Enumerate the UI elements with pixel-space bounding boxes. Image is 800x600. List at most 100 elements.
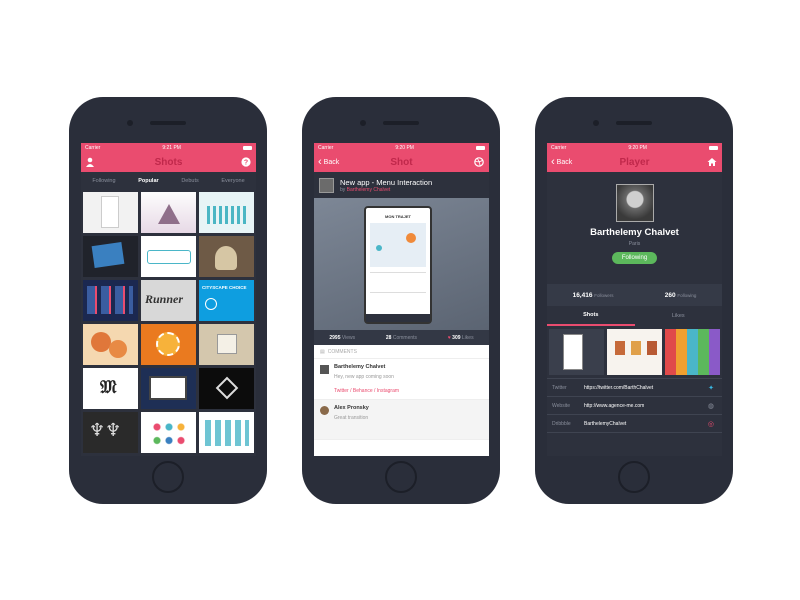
carrier-label: Carrier	[85, 144, 101, 151]
shot-thumb[interactable]: CITYSCAPE CHOICE	[199, 280, 254, 321]
chevron-left-icon: ‹	[551, 156, 555, 168]
comment-text: Great transition	[334, 415, 369, 421]
comment-link[interactable]: Twitter / Behance / Instagram	[334, 388, 483, 394]
shot-thumb[interactable]	[141, 412, 196, 453]
status-bar: Carrier 9:20 PM	[547, 143, 722, 152]
views-stat: 2995 Views	[329, 334, 356, 341]
home-button[interactable]	[152, 461, 184, 493]
by-label: by	[340, 186, 346, 193]
help-icon[interactable]: ?	[241, 152, 251, 172]
heart-icon: ♥	[447, 334, 451, 341]
shot-thumb[interactable]	[141, 324, 196, 365]
phone-shot-detail: Carrier 9:20 PM ‹ Back Shot New app - Men…	[302, 97, 500, 504]
clock: 9:20 PM	[628, 144, 647, 151]
battery-icon	[243, 145, 252, 150]
home-button[interactable]	[618, 461, 650, 493]
shot-thumb[interactable]	[83, 192, 138, 233]
shot-title: New app - Menu Interaction	[340, 177, 433, 187]
shot-thumb[interactable]	[141, 192, 196, 233]
nav-bar: ‹ Back Shot	[314, 152, 489, 172]
player-shots	[547, 326, 722, 378]
nav-bar: ‹ Back Player	[547, 152, 722, 172]
device-title: MON TRAJET	[385, 214, 411, 219]
player-name: Barthelemy Chalvet	[590, 227, 679, 238]
comment-item: Barthelemy Chalvet Hey, new app coming s…	[314, 359, 489, 400]
shot-thumb[interactable]	[83, 324, 138, 365]
player-tabs: Shots Likes	[547, 306, 722, 326]
avatar	[615, 184, 654, 222]
shot-thumb[interactable]	[83, 236, 138, 277]
status-bar: Carrier 9:21 PM	[81, 143, 256, 152]
shot-thumb[interactable]	[199, 368, 254, 409]
tab-shots[interactable]: Shots	[547, 306, 635, 326]
shot-thumb[interactable]: ♆♆	[83, 412, 138, 453]
comments-section: ▤ COMMENTS Barthelemy Chalvet Hey, new ap…	[314, 345, 489, 456]
svg-text:?: ?	[244, 160, 248, 167]
twitter-link-row[interactable]: Twitter https://twitter.com/BarthChalvet…	[547, 378, 722, 396]
phone-shots: Carrier 9:21 PM Shots ? Following Popula…	[69, 97, 267, 504]
dribbble-link-row[interactable]: Dribbble BarthelemyChalvet ◎	[547, 414, 722, 432]
shot-thumb[interactable]	[83, 280, 138, 321]
player-links: Twitter https://twitter.com/BarthChalvet…	[547, 378, 722, 433]
link-value: BarthelemyChalvet	[584, 420, 627, 427]
shot-thumb[interactable]: 𝔐	[83, 368, 138, 409]
screen-shot-detail: Carrier 9:20 PM ‹ Back Shot New app - Men…	[314, 143, 489, 456]
shot-thumb[interactable]	[607, 329, 662, 375]
carrier-label: Carrier	[551, 144, 567, 151]
page-title: Player	[619, 156, 650, 168]
home-icon[interactable]	[707, 152, 717, 172]
shot-thumb[interactable]	[549, 329, 604, 375]
nav-bar: Shots ?	[81, 152, 256, 172]
avatar[interactable]	[319, 177, 334, 193]
screen-shots: Carrier 9:21 PM Shots ? Following Popula…	[81, 143, 256, 456]
likes-stat[interactable]: ♥ 309 Likes	[448, 335, 474, 341]
following-button[interactable]: Following	[611, 252, 658, 264]
tab-following[interactable]: Following	[92, 178, 115, 184]
shot-thumb[interactable]	[199, 192, 254, 233]
shot-thumb-label: Runner	[145, 292, 184, 306]
comment-text: Hey, new app coming soon	[334, 374, 394, 380]
user-icon[interactable]	[85, 152, 95, 172]
dribbble-icon[interactable]	[474, 152, 484, 172]
website-link-row[interactable]: Website http://www.agence-me.com ◍	[547, 396, 722, 414]
back-label: Back	[323, 158, 340, 166]
avatar[interactable]	[320, 406, 329, 415]
device-mockup: MON TRAJET	[364, 206, 432, 324]
shot-thumb[interactable]	[665, 329, 720, 375]
shot-thumb-label: CITYSCAPE CHOICE	[202, 285, 247, 290]
tab-likes[interactable]: Likes	[635, 306, 723, 326]
tab-popular[interactable]: Popular	[138, 178, 158, 184]
status-bar: Carrier 9:20 PM	[314, 143, 489, 152]
shot-stats: 2995 Views 28 Comments ♥ 309 Likes	[314, 330, 489, 345]
shots-grid: Runner CITYSCAPE CHOICE 𝔐 ♆♆	[81, 189, 256, 456]
speaker	[616, 121, 652, 125]
follow-stats: 16,416 Followers 260 Following	[547, 284, 722, 306]
author-link[interactable]: Barthelemy Chalvet	[347, 187, 391, 193]
home-button[interactable]	[385, 461, 417, 493]
comment-author[interactable]: Barthelemy Chalvet	[334, 364, 483, 370]
speaker	[383, 121, 419, 125]
tab-everyone[interactable]: Everyone	[221, 178, 244, 184]
shot-thumb[interactable]	[199, 324, 254, 365]
back-button[interactable]: ‹ Back	[551, 152, 572, 172]
followers-stat[interactable]: 16,416 Followers	[573, 292, 614, 299]
following-stat[interactable]: 260 Following	[665, 292, 697, 299]
globe-icon: ◍	[707, 403, 714, 410]
shot-thumb[interactable]: Runner	[141, 280, 196, 321]
page-title: Shots	[154, 156, 183, 168]
clock: 9:20 PM	[395, 144, 414, 151]
tab-debuts[interactable]: Debuts	[181, 178, 198, 184]
comment-author[interactable]: Alex Pronsky	[334, 405, 483, 411]
avatar[interactable]	[320, 365, 329, 374]
mockup-stage: Carrier 9:21 PM Shots ? Following Popula…	[0, 0, 800, 600]
shot-image[interactable]: MON TRAJET	[314, 198, 489, 330]
back-button[interactable]: ‹ Back	[318, 152, 339, 172]
profile-header: Barthelemy Chalvet Paris Following	[547, 172, 722, 284]
shot-thumb[interactable]	[141, 368, 196, 409]
shot-thumb[interactable]	[199, 236, 254, 277]
phone-player: Carrier 9:20 PM ‹ Back Player Barthelemy …	[535, 97, 733, 504]
battery-icon	[476, 145, 485, 150]
shot-thumb[interactable]	[199, 412, 254, 453]
shot-thumb[interactable]	[141, 236, 196, 277]
link-value: https://twitter.com/BarthChalvet	[584, 384, 654, 391]
